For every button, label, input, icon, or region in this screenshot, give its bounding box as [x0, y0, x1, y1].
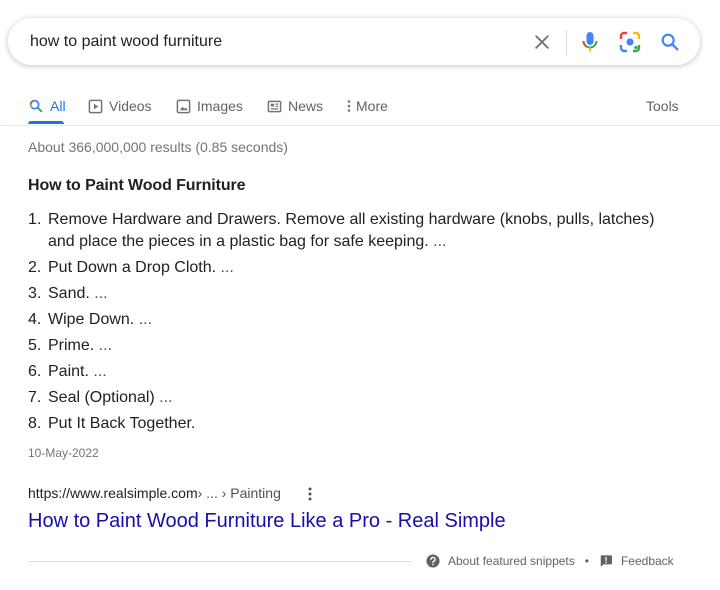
about-featured-snippets-link[interactable]: About featured snippets: [426, 554, 575, 568]
result-url[interactable]: https://www.realsimple.com › ... › Paint…: [28, 485, 281, 501]
tools-label: Tools: [646, 98, 679, 114]
step-number: 5.: [28, 337, 42, 354]
tab-more[interactable]: More: [346, 94, 388, 118]
list-item: 5. Prime. ...: [28, 335, 678, 357]
list-item: 1. Remove Hardware and Drawers. Remove a…: [28, 209, 678, 253]
about-featured-snippets-label: About featured snippets: [448, 554, 575, 568]
step-text: Wipe Down. ...: [48, 311, 153, 328]
step-number: 4.: [28, 311, 42, 328]
footer-divider: [28, 561, 412, 562]
camera-lens-icon[interactable]: [618, 30, 642, 54]
step-number: 6.: [28, 363, 42, 380]
search-icon: [29, 99, 43, 113]
step-number: 1.: [28, 211, 42, 228]
tab-all-label: All: [50, 98, 66, 114]
news-icon: [267, 100, 282, 112]
search-icon[interactable]: [658, 30, 682, 54]
result-options-kebab-icon[interactable]: [302, 485, 318, 503]
search-tabs: All Videos Images News More Tools: [0, 90, 720, 126]
feedback-link[interactable]: Feedback: [599, 554, 674, 568]
tab-news[interactable]: News: [267, 94, 323, 118]
snippet-heading: How to Paint Wood Furniture: [28, 177, 246, 194]
snippet-steps-list: 1. Remove Hardware and Drawers. Remove a…: [28, 209, 678, 439]
active-tab-indicator: [28, 121, 64, 124]
tab-all[interactable]: All: [28, 94, 66, 118]
list-item: 3. Sand. ...: [28, 283, 678, 305]
step-number: 3.: [28, 285, 42, 302]
list-item: 7. Seal (Optional) ...: [28, 387, 678, 409]
image-icon: [176, 99, 191, 113]
tools-button[interactable]: Tools: [646, 94, 679, 118]
step-text: Remove Hardware and Drawers. Remove all …: [48, 211, 655, 250]
step-number: 8.: [28, 415, 42, 432]
feedback-icon: [600, 555, 612, 567]
step-text: Prime. ...: [48, 337, 113, 354]
list-item: 6. Paint. ...: [28, 361, 678, 383]
step-text: Sand. ...: [48, 285, 108, 302]
tab-images-label: Images: [197, 98, 243, 114]
list-item: 4. Wipe Down. ...: [28, 309, 678, 331]
cite-domain: https://www.realsimple.com: [28, 485, 198, 501]
step-number: 7.: [28, 389, 42, 406]
footer-separator: •: [584, 554, 589, 568]
search-bar-divider: [566, 30, 567, 56]
list-item: 2. Put Down a Drop Cloth. ...: [28, 257, 678, 279]
step-text: Put Down a Drop Cloth. ...: [48, 259, 234, 276]
kebab-icon: [347, 100, 351, 112]
result-stats: About 366,000,000 results (0.85 seconds): [28, 139, 288, 155]
tab-images[interactable]: Images: [176, 94, 243, 118]
feedback-label: Feedback: [620, 554, 674, 568]
step-text: Seal (Optional) ...: [48, 389, 173, 406]
tab-news-label: News: [288, 98, 324, 114]
snippet-date: 10-May-2022: [28, 446, 99, 460]
help-icon: [426, 554, 440, 568]
step-number: 2.: [28, 259, 42, 276]
search-input[interactable]: [30, 31, 510, 53]
tab-more-label: More: [356, 98, 388, 114]
list-item: 8. Put It Back Together.: [28, 413, 678, 435]
tab-videos-label: Videos: [109, 98, 152, 114]
play-icon: [88, 99, 103, 113]
result-title-link[interactable]: How to Paint Wood Furniture Like a Pro -…: [28, 510, 506, 533]
step-text: Put It Back Together.: [48, 415, 196, 432]
step-text: Paint. ...: [48, 363, 107, 380]
mic-icon[interactable]: [578, 30, 602, 54]
close-icon[interactable]: [530, 30, 554, 54]
tab-videos[interactable]: Videos: [88, 94, 152, 118]
cite-path: › ... › Painting: [197, 485, 281, 501]
search-bar: [8, 18, 700, 65]
snippet-footer: About featured snippets • Feedback: [426, 552, 674, 570]
